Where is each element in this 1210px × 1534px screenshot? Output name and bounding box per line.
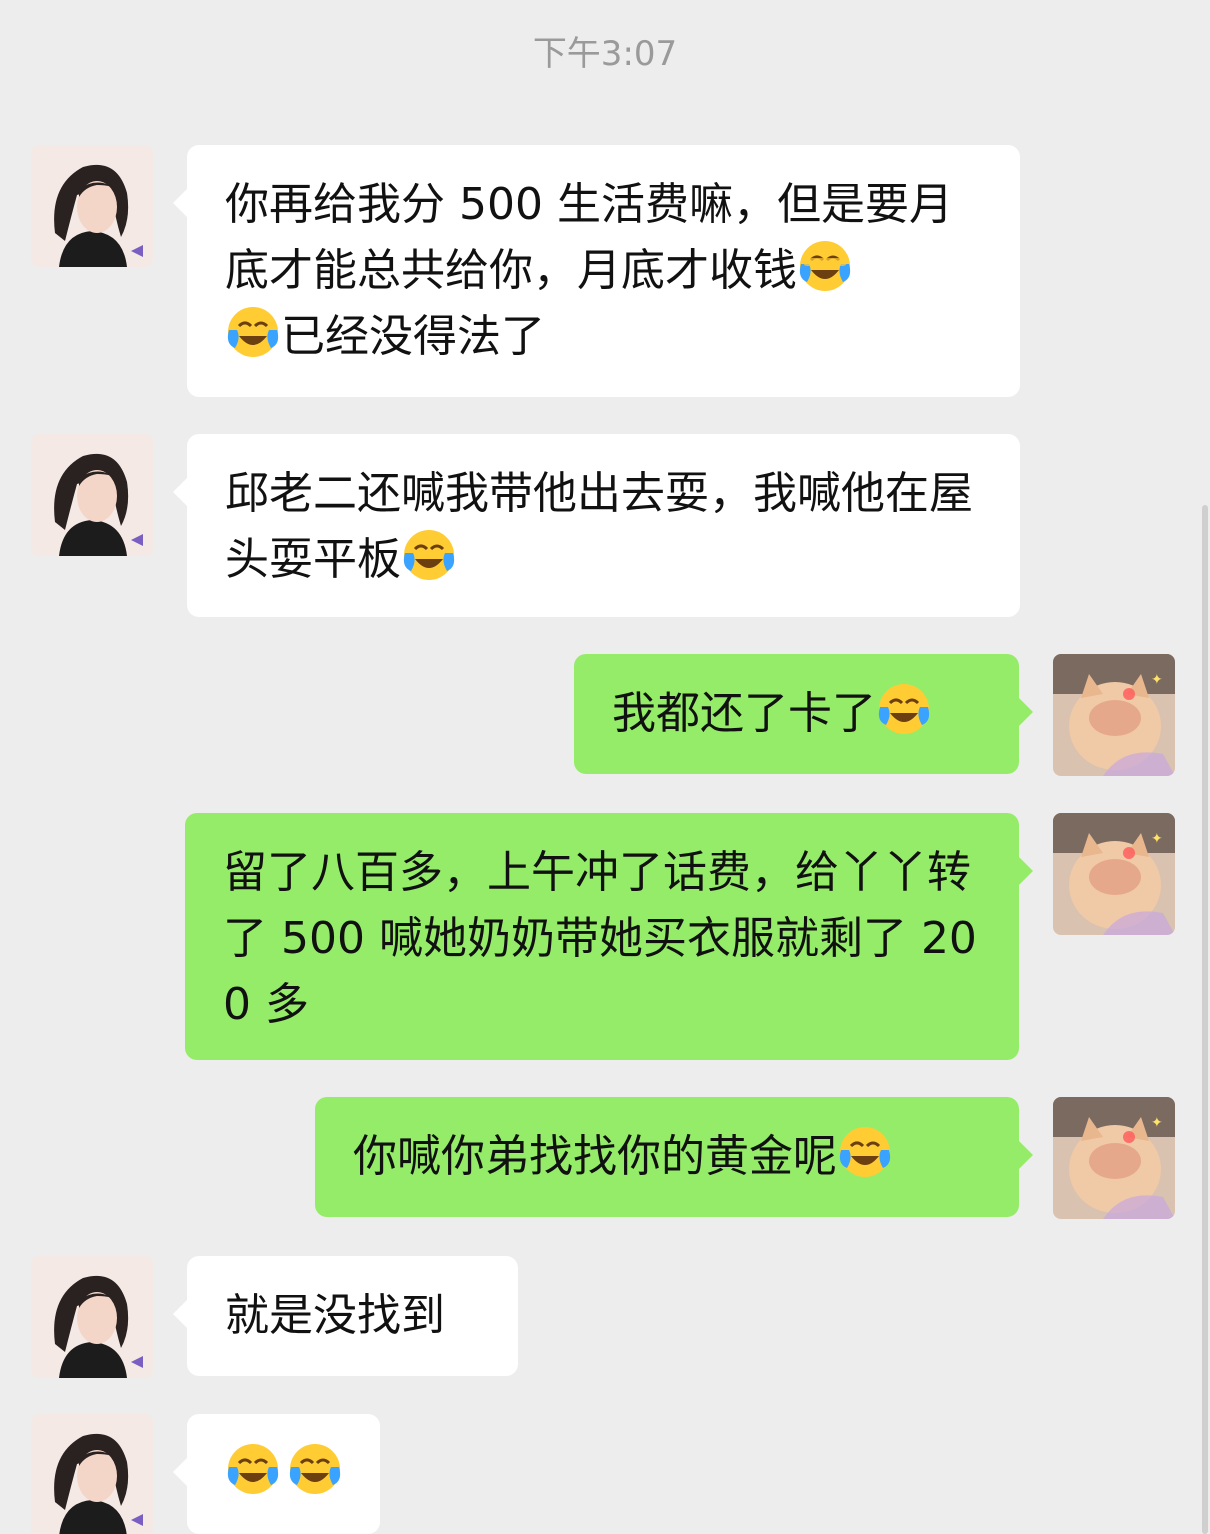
my-avatar[interactable]: ✦ — [1053, 1097, 1175, 1219]
cat-photo-avatar-icon: ✦ — [1053, 1097, 1175, 1219]
contact-avatar[interactable] — [31, 1414, 153, 1534]
my-avatar[interactable]: ✦ — [1053, 654, 1175, 776]
contact-avatar[interactable] — [31, 1256, 153, 1378]
chat-window: 下午3:07 你再给我分 500 生活费嘛，但是要月底才能总共给你，月底才收钱 … — [0, 0, 1210, 1534]
face-with-tears-of-joy-icon — [401, 527, 457, 583]
message-text: 留了八百多，上午冲了话费，给丫丫转了 500 喊她奶奶带她买衣服就剩了 200 … — [223, 847, 977, 1030]
face-with-tears-of-joy-icon — [837, 1124, 893, 1180]
girl-portrait-avatar-icon — [31, 145, 153, 267]
message-text: 你喊你弟找找你的黄金呢 — [353, 1131, 837, 1182]
message-bubble-incoming[interactable]: 就是没找到 — [173, 1256, 518, 1376]
girl-portrait-avatar-icon — [31, 434, 153, 556]
message-bubble-outgoing[interactable]: 你喊你弟找找你的黄金呢 — [315, 1097, 1033, 1217]
message-text: 邱老二还喊我带他出去耍，我喊他在屋头耍平板 — [225, 468, 973, 585]
message-bubble-incoming[interactable]: 你再给我分 500 生活费嘛，但是要月底才能总共给你，月底才收钱 已经没得法了 — [173, 145, 1020, 397]
cat-photo-avatar-icon: ✦ — [1053, 813, 1175, 935]
message-timestamp: 下午3:07 — [532, 34, 678, 74]
message-bubble-incoming[interactable]: 邱老二还喊我带他出去耍，我喊他在屋头耍平板 — [173, 434, 1020, 617]
scrollbar[interactable] — [1202, 505, 1208, 1534]
svg-text:✦: ✦ — [1151, 672, 1163, 688]
girl-portrait-avatar-icon — [31, 1256, 153, 1378]
my-avatar[interactable]: ✦ — [1053, 813, 1175, 935]
message-bubble-outgoing[interactable]: 留了八百多，上午冲了话费，给丫丫转了 500 喊她奶奶带她买衣服就剩了 200 … — [185, 813, 1033, 1060]
svg-text:✦: ✦ — [1151, 831, 1163, 847]
contact-avatar[interactable] — [31, 145, 153, 267]
face-with-tears-of-joy-icon — [225, 1441, 281, 1497]
cat-photo-avatar-icon: ✦ — [1053, 654, 1175, 776]
face-with-tears-of-joy-icon — [225, 304, 281, 360]
face-with-tears-of-joy-icon — [287, 1441, 343, 1497]
face-with-tears-of-joy-icon — [876, 681, 932, 737]
face-with-tears-of-joy-icon — [797, 238, 853, 294]
girl-portrait-avatar-icon — [31, 1414, 153, 1534]
message-bubble-outgoing[interactable]: 我都还了卡了 — [574, 654, 1033, 774]
message-bubble-incoming[interactable] — [173, 1414, 380, 1534]
svg-text:✦: ✦ — [1151, 1115, 1163, 1131]
message-text: 我都还了卡了 — [612, 688, 876, 739]
contact-avatar[interactable] — [31, 434, 153, 556]
message-text: 就是没找到 — [225, 1290, 445, 1341]
message-text: 已经没得法了 — [281, 311, 545, 362]
